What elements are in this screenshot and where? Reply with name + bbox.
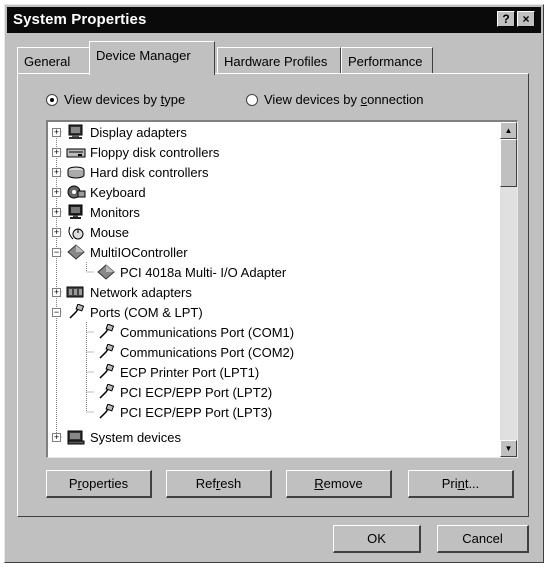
tree-item-label: PCI 4018a Multi- I/O Adapter: [120, 264, 287, 280]
tab-performance[interactable]: Performance: [341, 47, 433, 73]
tab-device-manager[interactable]: Device Manager: [89, 41, 215, 75]
tree-item-label: MultiIOController: [90, 244, 188, 260]
collapse-icon[interactable]: −: [52, 248, 61, 257]
tree-item-label: Display adapters: [90, 124, 187, 140]
tree-item-label: Communications Port (COM2): [120, 344, 295, 360]
mouse-icon: [66, 224, 86, 240]
tree-item-label: Ports (COM & LPT): [90, 304, 203, 320]
tree-item-label: Hard disk controllers: [90, 164, 209, 180]
device-tree[interactable]: + Display adapters + Floppy disk controller…: [46, 120, 518, 458]
network-adapter-icon: [66, 284, 86, 300]
keyboard-icon: [66, 184, 86, 200]
tree-item-keyboard[interactable]: Keyboard: [66, 182, 146, 202]
tab-hardware-profiles[interactable]: Hardware Profiles: [217, 47, 341, 73]
monitor-icon: [66, 204, 86, 220]
expand-icon[interactable]: +: [52, 188, 61, 197]
system-devices-icon: [66, 429, 86, 445]
expand-icon[interactable]: +: [52, 128, 61, 137]
tree-item-label: Keyboard: [90, 184, 146, 200]
tree-item-label: PCI ECP/EPP Port (LPT2): [120, 384, 273, 400]
tree-item-network-adapters[interactable]: Network adapters: [66, 282, 192, 302]
hard-disk-controller-icon: [66, 164, 86, 180]
tree-item-pci-ecp-epp-port-lpt2[interactable]: PCI ECP/EPP Port (LPT2): [96, 382, 272, 402]
view-by-type-radio[interactable]: [46, 93, 58, 106]
collapse-icon[interactable]: −: [52, 308, 61, 317]
tree-item-label: ECP Printer Port (LPT1): [120, 364, 260, 380]
help-button[interactable]: ?: [497, 11, 515, 27]
tree-item-floppy-disk-controllers[interactable]: Floppy disk controllers: [66, 142, 219, 162]
remove-button[interactable]: Remove: [286, 470, 392, 498]
tree-item-label: Monitors: [90, 204, 140, 220]
print-button[interactable]: Print...: [408, 470, 514, 498]
port-connector-icon: [96, 363, 116, 380]
expand-icon[interactable]: +: [52, 433, 61, 442]
expand-icon[interactable]: +: [52, 288, 61, 297]
scroll-thumb[interactable]: [500, 139, 517, 187]
tree-item-label: Mouse: [90, 224, 130, 240]
tree-item-hard-disk-controllers[interactable]: Hard disk controllers: [66, 162, 209, 182]
tree-item-label: System devices: [90, 429, 182, 445]
tree-item-pci-4018a-multi-i-o-adapter[interactable]: PCI 4018a Multi- I/O Adapter: [96, 262, 286, 282]
tree-item-system-devices[interactable]: System devices: [66, 427, 181, 447]
refresh-button[interactable]: Refresh: [166, 470, 272, 498]
diamond-device-icon: [96, 264, 116, 280]
port-connector-icon: [96, 383, 116, 400]
port-connector-icon: [66, 303, 86, 320]
view-by-type-option[interactable]: View devices by type: [46, 92, 185, 107]
tree-item-monitors[interactable]: Monitors: [66, 202, 140, 222]
window-title: System Properties: [13, 11, 147, 28]
tree-item-display-adapters[interactable]: Display adapters: [66, 122, 187, 142]
display-adapter-icon: [66, 124, 86, 140]
cancel-button[interactable]: Cancel: [437, 525, 529, 553]
close-button[interactable]: ×: [517, 11, 535, 27]
diamond-device-icon: [66, 244, 86, 260]
properties-button[interactable]: Properties: [46, 470, 152, 498]
tree-item-pci-ecp-epp-port-lpt3[interactable]: PCI ECP/EPP Port (LPT3): [96, 402, 272, 422]
scroll-up-arrow-icon[interactable]: ▲: [500, 122, 517, 139]
expand-icon[interactable]: +: [52, 208, 61, 217]
view-by-connection-radio[interactable]: [246, 93, 258, 106]
view-by-connection-option[interactable]: View devices by connection: [246, 92, 423, 107]
port-connector-icon: [96, 403, 116, 420]
tree-item-label: PCI ECP/EPP Port (LPT3): [120, 404, 273, 420]
tree-item-mouse[interactable]: Mouse: [66, 222, 129, 242]
view-by-type-label: View devices by type: [64, 92, 186, 107]
tree-item-label: Floppy disk controllers: [90, 144, 220, 160]
expand-icon[interactable]: +: [52, 168, 61, 177]
floppy-controller-icon: [66, 144, 86, 160]
expand-icon[interactable]: +: [52, 148, 61, 157]
tree-item-label: Network adapters: [90, 284, 192, 300]
tree-item-communications-port-com1[interactable]: Communications Port (COM1): [96, 322, 294, 342]
system-properties-window: System Properties ? × General Device Man…: [4, 4, 544, 563]
tree-item-label: Communications Port (COM1): [120, 324, 295, 340]
ok-button[interactable]: OK: [333, 525, 421, 553]
tree-item-ports-com-lpt[interactable]: Ports (COM & LPT): [66, 302, 203, 322]
tree-item-ecp-printer-port-lpt1[interactable]: ECP Printer Port (LPT1): [96, 362, 259, 382]
port-connector-icon: [96, 323, 116, 340]
tree-scrollbar[interactable]: ▲ ▼: [500, 122, 517, 457]
view-by-connection-label: View devices by connection: [264, 92, 424, 107]
tree-item-communications-port-com2[interactable]: Communications Port (COM2): [96, 342, 294, 362]
tab-general[interactable]: General: [17, 47, 91, 73]
device-manager-panel: View devices by type View devices by con…: [17, 73, 529, 517]
title-bar[interactable]: System Properties ? ×: [7, 7, 541, 33]
scroll-down-arrow-icon[interactable]: ▼: [500, 440, 517, 457]
expand-icon[interactable]: +: [52, 228, 61, 237]
tree-item-multiiocontroller[interactable]: MultiIOController: [66, 242, 188, 262]
port-connector-icon: [96, 343, 116, 360]
